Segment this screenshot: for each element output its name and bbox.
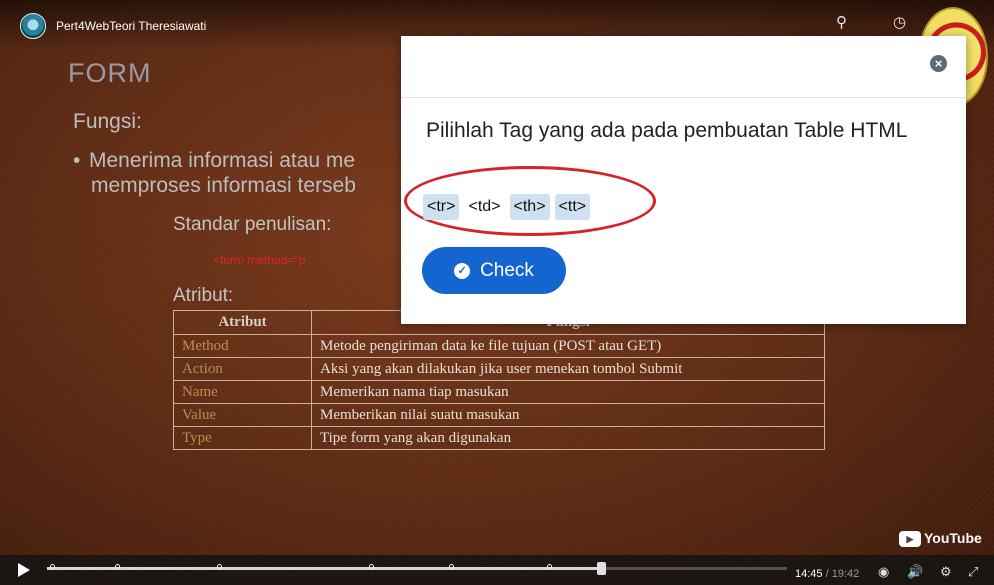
play-icon[interactable] <box>18 563 30 577</box>
overlay-divider <box>401 97 966 98</box>
option-td[interactable]: <td> <box>464 194 504 220</box>
table-cell-function: Aksi yang akan dilakukan jika user menek… <box>311 357 825 381</box>
table-cell-attribute: Action <box>173 357 312 381</box>
video-title[interactable]: Pert4WebTeori Theresiawati <box>56 19 206 33</box>
youtube-label: YouTube <box>924 530 982 546</box>
slide-code-snippet: <form method="p <box>213 253 306 267</box>
clock-icon[interactable]: ◷ <box>893 13 906 31</box>
youtube-play-icon: ▶ <box>899 531 921 548</box>
option-tt[interactable]: <tt> <box>554 194 591 220</box>
slide-bullet-continuation: memproses informasi terseb <box>91 174 356 197</box>
video-player[interactable]: Pert4WebTeori Theresiawati ⚲ ◷ ➦ FORM Fu… <box>0 0 994 585</box>
table-row: Name Memerikan nama tiap masukan <box>173 380 825 404</box>
slide-subheading: Fungsi: <box>73 110 142 133</box>
chapter-marker <box>50 564 55 569</box>
table-row: Action Aksi yang akan dilakukan jika use… <box>173 357 825 381</box>
table-row: Value Memberikan nilai suatu masukan <box>173 403 825 427</box>
option-tr[interactable]: <tr> <box>423 194 460 220</box>
attribute-table: Atribut Fungsi Method Metode pengiriman … <box>173 310 825 450</box>
quiz-question: Pilihlah Tag yang ada pada pembuatan Tab… <box>426 119 908 142</box>
chapter-marker <box>369 564 374 569</box>
check-button[interactable]: ✓ Check <box>422 247 566 294</box>
table-row: Method Metode pengiriman data ke file tu… <box>173 334 825 358</box>
duration: 19:42 <box>831 568 860 580</box>
volume-icon[interactable]: 🔊 <box>907 564 923 580</box>
slide-standard-label: Standar penulisan: <box>173 214 332 235</box>
channel-avatar[interactable] <box>20 13 46 39</box>
check-button-label: Check <box>480 259 534 281</box>
table-row: Type Tipe form yang akan digunakan <box>173 426 825 450</box>
chapter-marker <box>217 564 222 569</box>
slide-attribute-label: Atribut: <box>173 285 234 306</box>
youtube-logo[interactable]: ▶ YouTube <box>899 530 982 548</box>
table-header-atribut: Atribut <box>173 310 312 335</box>
progress-fill <box>47 567 602 570</box>
table-cell-attribute: Value <box>173 403 312 427</box>
table-cell-attribute: Type <box>173 426 312 450</box>
settings-gear-icon[interactable]: ⚙ <box>940 564 952 580</box>
current-time: 14:45 <box>795 568 823 580</box>
slide-bullet: • Menerima informasi atau me <box>73 149 356 172</box>
table-cell-function: Metode pengiriman data ke file tujuan (P… <box>311 334 825 358</box>
slide-heading: FORM <box>68 58 152 88</box>
close-icon[interactable]: × <box>930 55 947 72</box>
chapter-marker <box>449 564 454 569</box>
speed-icon[interactable]: ◉ <box>878 564 889 580</box>
slide-bullet-text: Menerima informasi atau me <box>89 149 356 172</box>
time-display: 14:45 / 19:42 <box>795 568 859 580</box>
table-cell-function: Memberikan nilai suatu masukan <box>311 403 825 427</box>
time-separator: / <box>822 568 832 580</box>
quiz-options: <tr> <td> <th> <tt> <box>423 194 591 220</box>
chapter-marker <box>547 564 552 569</box>
chapter-marker <box>115 564 120 569</box>
progress-bar[interactable] <box>47 562 787 575</box>
check-circle-icon: ✓ <box>454 262 471 279</box>
progress-handle[interactable] <box>597 562 607 575</box>
option-th[interactable]: <th> <box>509 194 550 220</box>
table-cell-attribute: Method <box>173 334 312 358</box>
search-icon[interactable]: ⚲ <box>836 13 847 31</box>
fullscreen-icon[interactable]: ⤢ <box>968 564 978 580</box>
player-controls: 14:45 / 19:42 ◉ 🔊 ⚙ ⤢ <box>0 555 994 585</box>
quiz-overlay: × Pilihlah Tag yang ada pada pembuatan T… <box>401 36 966 324</box>
table-cell-attribute: Name <box>173 380 312 404</box>
table-cell-function: Tipe form yang akan digunakan <box>311 426 825 450</box>
table-cell-function: Memerikan nama tiap masukan <box>311 380 825 404</box>
